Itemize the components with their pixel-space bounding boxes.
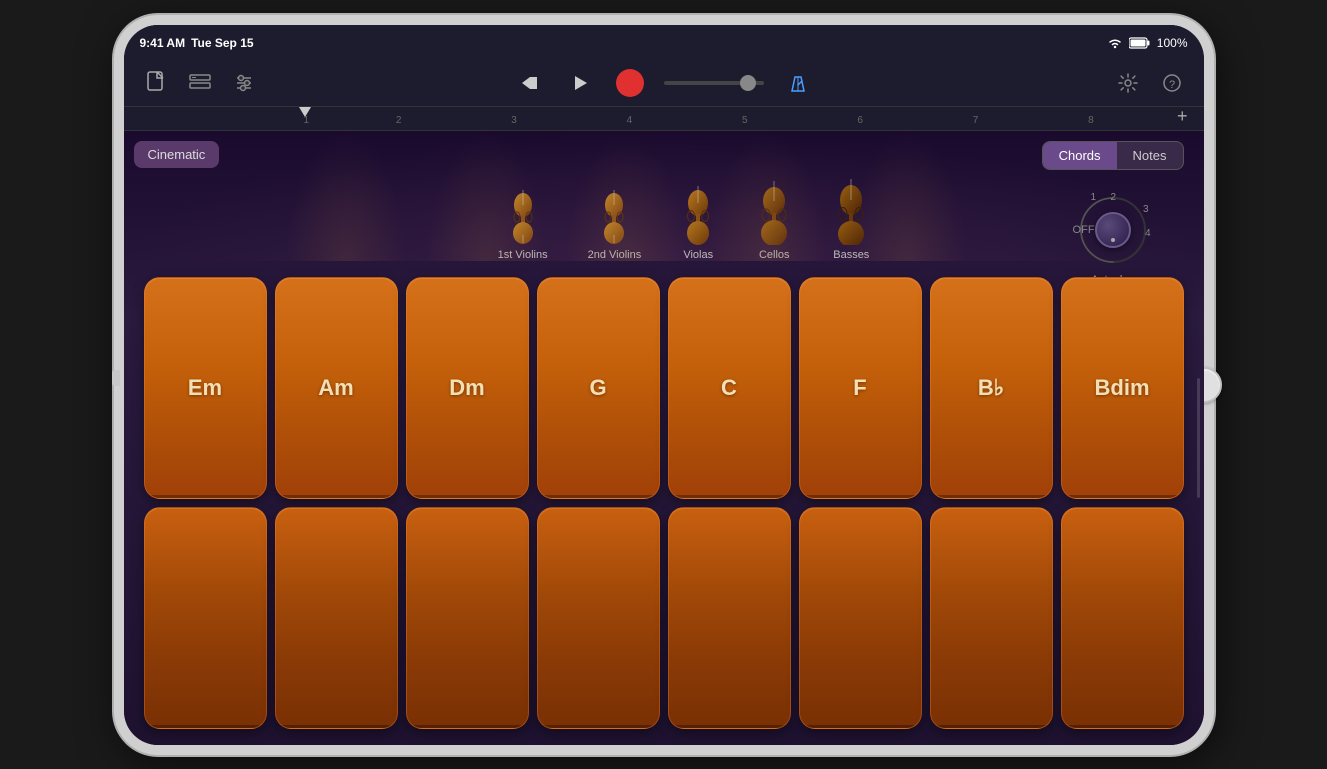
ruler-mark-6: 6	[857, 115, 972, 128]
chord-label-g: G	[589, 375, 606, 401]
chord-label-am: Am	[318, 375, 353, 401]
wifi-icon	[1107, 37, 1123, 49]
instrument-cellos[interactable]: Cellos	[755, 177, 793, 261]
instrument-1st-violins[interactable]: 1st Violins	[498, 185, 548, 261]
chord-pad-2-2[interactable]	[275, 507, 398, 729]
tracks-button[interactable]	[184, 67, 216, 99]
chord-pad-bb[interactable]: B♭	[930, 277, 1053, 499]
instrument-violas[interactable]: Violas	[681, 181, 715, 261]
chord-pad-2-6[interactable]	[799, 507, 922, 729]
play-button[interactable]	[564, 67, 596, 99]
chord-row-2	[144, 507, 1184, 729]
chord-label-bdim: Bdim	[1095, 375, 1150, 401]
add-track-button[interactable]: +	[1177, 106, 1188, 127]
chord-pad-f[interactable]: F	[799, 277, 922, 499]
instrument-pack-label[interactable]: Cinematic	[134, 141, 220, 168]
ruler-mark-4: 4	[627, 115, 742, 128]
record-indicator	[616, 69, 644, 97]
instrument-label-2: 2nd Violins	[588, 249, 642, 261]
autoplay-num-2: 2	[1111, 192, 1117, 203]
chord-label-dm: Dm	[449, 375, 484, 401]
rewind-button[interactable]	[514, 67, 546, 99]
device-screen: 9:41 AM Tue Sep 15 100%	[124, 25, 1204, 745]
violin-icon-1	[507, 185, 539, 245]
ruler-mark-3: 3	[511, 115, 626, 128]
ruler-marks: 1 2 3 4 5 6 7 8	[124, 107, 1204, 128]
chord-pad-g[interactable]: G	[537, 277, 660, 499]
ruler-mark-5: 5	[742, 115, 857, 128]
time-display: 9:41 AM	[140, 36, 186, 50]
chord-pad-dm[interactable]: Dm	[406, 277, 529, 499]
autoplay-ring: OFF 2 3 4 1	[1073, 190, 1153, 270]
instrument-label-5: Basses	[833, 249, 869, 261]
transport-slider[interactable]	[664, 81, 764, 85]
chord-pad-2-7[interactable]	[930, 507, 1053, 729]
chord-label-f: F	[853, 375, 866, 401]
device-frame: 9:41 AM Tue Sep 15 100%	[114, 15, 1214, 755]
toolbar: ?	[124, 61, 1204, 107]
help-button[interactable]: ?	[1156, 67, 1188, 99]
settings-button[interactable]	[1112, 67, 1144, 99]
autoplay-section: OFF 2 3 4 1 Autoplay	[1073, 190, 1153, 286]
autoplay-knob[interactable]	[1095, 212, 1131, 248]
instrument-label-1: 1st Violins	[498, 249, 548, 261]
instrument-2nd-violins[interactable]: 2nd Violins	[588, 185, 642, 261]
transport-thumb	[740, 75, 756, 91]
transport-controls	[514, 67, 814, 99]
ruler-mark-7: 7	[973, 115, 1088, 128]
status-bar: 9:41 AM Tue Sep 15 100%	[124, 25, 1204, 61]
status-left: 9:41 AM Tue Sep 15	[140, 36, 254, 50]
ruler-mark-2: 2	[396, 115, 511, 128]
metronome-button[interactable]	[782, 67, 814, 99]
date-display: Tue Sep 15	[191, 36, 253, 50]
status-right: 100%	[1107, 36, 1188, 50]
svg-text:?: ?	[1168, 79, 1174, 91]
chord-label-bb: B♭	[978, 375, 1004, 401]
chord-pad-em[interactable]: Em	[144, 277, 267, 499]
chord-notes-toggle[interactable]: Chords Notes	[1042, 141, 1184, 170]
toolbar-right: ?	[1112, 67, 1188, 99]
timeline-ruler: 1 2 3 4 5 6 7 8 +	[124, 107, 1204, 131]
autoplay-num-4: 4	[1145, 228, 1151, 239]
chords-area: Em Am Dm G C F	[124, 261, 1204, 745]
chord-pad-2-4[interactable]	[537, 507, 660, 729]
main-content: Cinematic	[124, 131, 1204, 745]
instrument-strip: 1st Violins	[124, 131, 1204, 261]
ruler-mark-1: 1	[304, 115, 396, 128]
battery-label: 100%	[1157, 36, 1188, 50]
toolbar-left	[140, 67, 260, 99]
battery-icon	[1129, 37, 1151, 49]
chord-label-em: Em	[188, 375, 222, 401]
scroll-indicator	[1197, 378, 1200, 498]
chord-pad-2-8[interactable]	[1061, 507, 1184, 729]
cello-icon	[755, 177, 793, 245]
chord-pad-2-1[interactable]	[144, 507, 267, 729]
mixer-button[interactable]	[228, 67, 260, 99]
chord-pad-c[interactable]: C	[668, 277, 791, 499]
autoplay-num-3: 3	[1143, 204, 1149, 215]
instrument-basses[interactable]: Basses	[833, 175, 869, 261]
chord-row-1: Em Am Dm G C F	[144, 277, 1184, 499]
chords-toggle-button[interactable]: Chords	[1043, 142, 1117, 169]
notes-toggle-button[interactable]: Notes	[1117, 142, 1183, 169]
instrument-label-3: Violas	[683, 249, 713, 261]
chord-pad-2-3[interactable]	[406, 507, 529, 729]
new-song-button[interactable]	[140, 67, 172, 99]
chord-pad-2-5[interactable]	[668, 507, 791, 729]
bass-icon	[833, 175, 869, 245]
chord-pad-bdim[interactable]: Bdim	[1061, 277, 1184, 499]
record-button[interactable]	[614, 67, 646, 99]
viola-icon	[681, 181, 715, 245]
chord-label-c: C	[721, 375, 737, 401]
controls-panel: Chords Notes OFF	[1042, 141, 1184, 286]
chord-pad-am[interactable]: Am	[275, 277, 398, 499]
knob-indicator	[1111, 238, 1115, 242]
autoplay-off-label: OFF	[1073, 224, 1095, 236]
autoplay-num-1: 1	[1091, 192, 1097, 203]
side-button[interactable]	[112, 370, 120, 386]
instrument-label-4: Cellos	[759, 249, 790, 261]
violin-icon-2	[598, 185, 630, 245]
